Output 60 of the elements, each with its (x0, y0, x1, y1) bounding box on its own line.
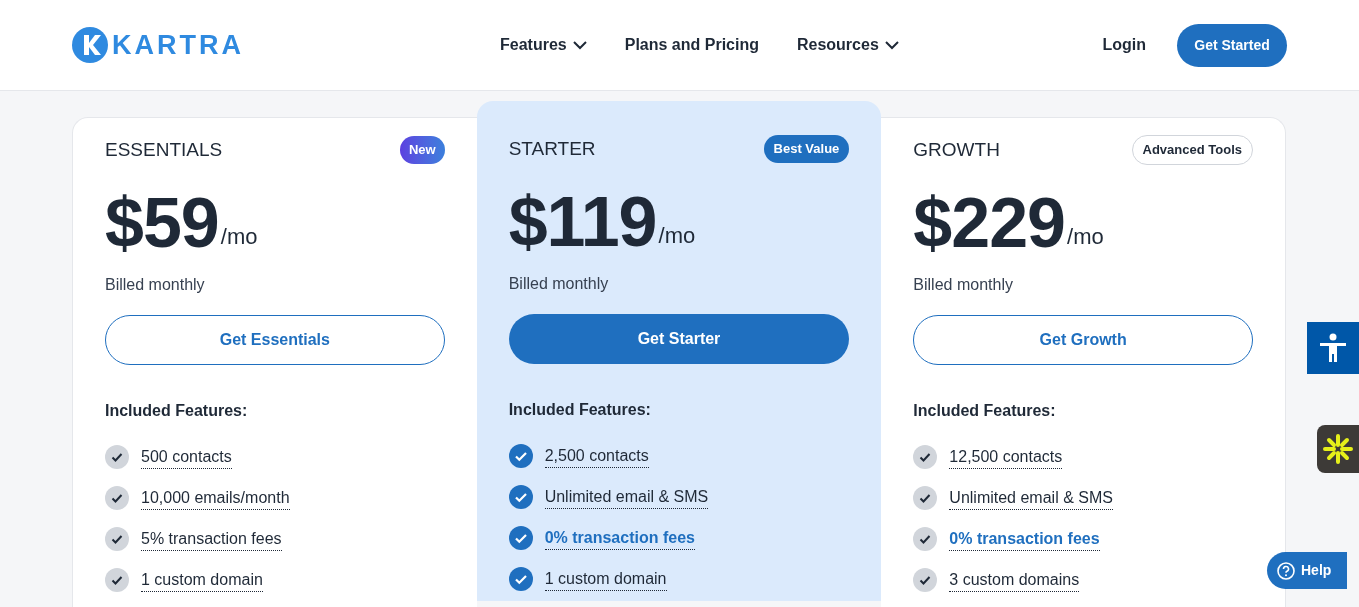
price-period: /mo (1067, 223, 1104, 251)
price-period: /mo (220, 223, 258, 251)
price-period: /mo (658, 222, 696, 250)
feature-text: 10,000 emails/month (141, 486, 290, 510)
feature-text: 3 custom domains (949, 568, 1080, 592)
billing-note: Billed monthly (105, 275, 206, 295)
logo-text: KARTRA (112, 28, 244, 62)
star-widget-button[interactable] (1317, 425, 1359, 473)
billing-note: Billed monthly (913, 275, 1014, 295)
feature-text: 0% transaction fees (949, 527, 1100, 551)
feature-text: 5% transaction fees (141, 527, 282, 551)
plan-name: ESSENTIALS (105, 137, 223, 162)
billing-note: Billed monthly (508, 274, 610, 294)
starburst-icon (1323, 434, 1353, 464)
features-heading: Included Features: (508, 400, 652, 420)
check-icon (913, 568, 938, 592)
check-icon (508, 567, 533, 591)
feature-text: 2,500 contacts (544, 444, 649, 468)
plan-price: $59 (105, 183, 219, 263)
feature-text: 500 contacts (141, 445, 232, 469)
logo-icon (72, 27, 108, 63)
get-started-button[interactable]: Get Started (1177, 23, 1287, 67)
plan-name: STARTER (508, 136, 596, 161)
nav-link[interactable]: Features (500, 33, 587, 57)
plan-button[interactable]: Get Essentials (105, 315, 445, 365)
features-heading: Included Features: (913, 401, 1057, 421)
accessibility-icon (1318, 332, 1348, 364)
check-icon (105, 527, 129, 551)
plan-badge: Advanced Tools (1131, 135, 1253, 165)
chevron-down-icon (884, 40, 899, 50)
feature-text: Unlimited email & SMS (544, 485, 709, 509)
check-icon (508, 444, 533, 468)
feature-text: 1 custom domain (141, 568, 263, 592)
nav-link[interactable]: Plans and Pricing (624, 33, 759, 57)
check-icon (913, 445, 938, 469)
check-icon (105, 445, 129, 469)
features-heading: Included Features: (105, 401, 249, 421)
nav-link[interactable]: Resources (796, 33, 899, 57)
accessibility-button[interactable] (1307, 322, 1359, 374)
plan-button[interactable]: Get Growth (913, 315, 1253, 365)
check-icon (105, 486, 129, 510)
login-link[interactable]: Login (1102, 33, 1146, 57)
feature-text: 12,500 contacts (949, 445, 1063, 469)
feature-text: 1 custom domain (544, 567, 667, 591)
feature-text: Unlimited email & SMS (949, 486, 1113, 510)
plan-badge: Best Value (763, 135, 850, 163)
check-icon (913, 486, 938, 510)
check-icon (105, 568, 129, 592)
help-icon (1277, 561, 1295, 580)
feature-text: 0% transaction fees (544, 526, 695, 550)
plan-button[interactable]: Get Starter (508, 314, 850, 364)
help-button[interactable]: Help (1267, 552, 1348, 589)
chevron-down-icon (572, 40, 587, 50)
check-icon (508, 526, 533, 550)
plan-price: $119 (508, 182, 657, 262)
plan-badge: New (399, 136, 445, 164)
plan-price: $229 (913, 183, 1066, 263)
check-icon (508, 485, 533, 509)
plan-name: GROWTH (913, 137, 1000, 162)
check-icon (913, 527, 938, 551)
